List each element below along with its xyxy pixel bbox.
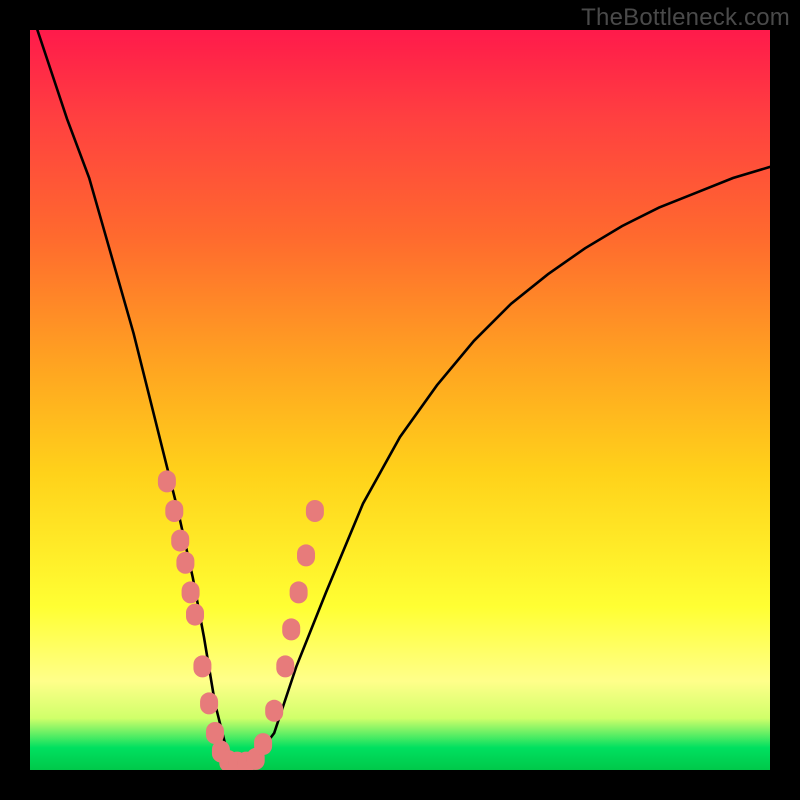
marker-point <box>290 581 308 603</box>
bottleneck-curve <box>37 30 770 763</box>
marker-point <box>282 618 300 640</box>
marker-point <box>297 544 315 566</box>
plot-area <box>30 30 770 770</box>
marker-point <box>176 552 194 574</box>
marker-point <box>276 655 294 677</box>
sample-points <box>158 470 324 770</box>
marker-point <box>200 692 218 714</box>
chart-frame: TheBottleneck.com <box>0 0 800 800</box>
marker-point <box>165 500 183 522</box>
watermark-text: TheBottleneck.com <box>581 4 790 32</box>
marker-point <box>186 604 204 626</box>
marker-point <box>254 733 272 755</box>
chart-svg <box>30 30 770 770</box>
marker-point <box>158 470 176 492</box>
marker-point <box>306 500 324 522</box>
marker-point <box>171 530 189 552</box>
marker-point <box>193 655 211 677</box>
marker-point <box>265 700 283 722</box>
marker-point <box>182 581 200 603</box>
